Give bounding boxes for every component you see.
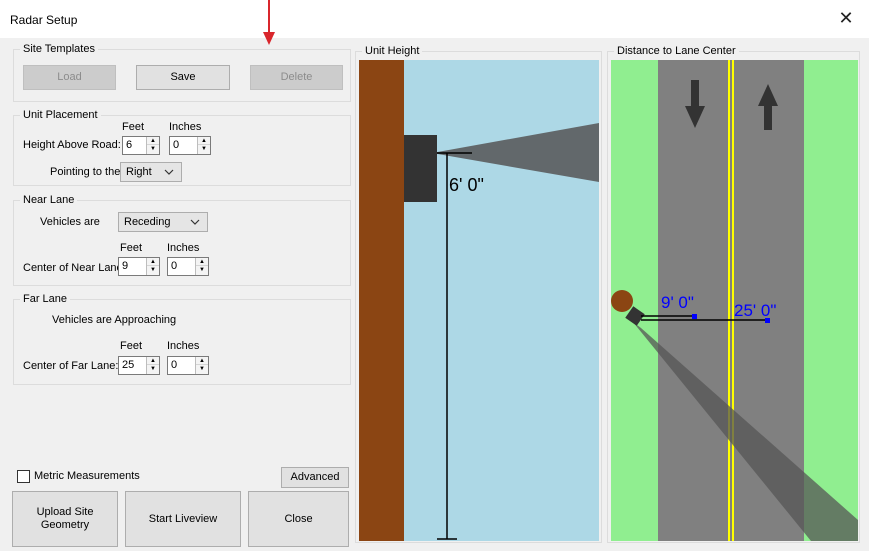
radar-unit-icon — [404, 135, 437, 202]
chevron-down-icon — [190, 219, 200, 225]
height-above-road-label: Height Above Road: — [23, 139, 121, 151]
near-center-inches-stepper[interactable]: 0 ▲ ▼ — [167, 257, 209, 276]
load-button[interactable]: Load — [23, 65, 116, 90]
spin-down-icon[interactable]: ▼ — [196, 365, 208, 373]
pointing-label: Pointing to the — [50, 166, 121, 178]
spin-down-icon[interactable]: ▼ — [198, 145, 210, 153]
spin-up-icon[interactable]: ▲ — [196, 357, 208, 365]
near-vehicles-label: Vehicles are — [40, 216, 100, 228]
near-center-inches-value: 0 — [171, 260, 178, 272]
lane-line-left — [728, 60, 730, 541]
save-button[interactable]: Save — [136, 65, 230, 90]
far-center-feet-stepper[interactable]: 25 ▲ ▼ — [118, 356, 160, 375]
near-center-feet-value: 9 — [122, 260, 129, 272]
dialog-client-area: Site Templates Load Save Delete Unit Pla… — [0, 38, 869, 551]
advanced-button[interactable]: Advanced — [281, 467, 349, 488]
pole — [359, 60, 404, 541]
height-inches-stepper[interactable]: 0 ▲ ▼ — [169, 136, 211, 155]
lane-center-label: Distance to Lane Center — [614, 45, 739, 58]
spin-up-icon[interactable]: ▲ — [198, 137, 210, 145]
spin-down-icon[interactable]: ▼ — [147, 365, 159, 373]
delete-button[interactable]: Delete — [250, 65, 343, 90]
metric-checkbox[interactable] — [17, 470, 30, 483]
height-text: 6' 0" — [449, 175, 484, 195]
title-bar: Radar Setup ✕ — [0, 0, 869, 38]
inches-header: Inches — [169, 121, 202, 133]
inches-header: Inches — [167, 242, 200, 254]
pointing-select[interactable]: Right — [120, 162, 182, 182]
near-lane-label: Near Lane — [20, 194, 78, 207]
near-vehicles-select[interactable]: Receding — [118, 212, 208, 232]
height-feet-stepper[interactable]: 6 ▲ ▼ — [122, 136, 160, 155]
height-feet-value: 6 — [126, 139, 133, 151]
start-liveview-button[interactable]: Start Liveview — [125, 491, 241, 547]
spin-up-icon[interactable]: ▲ — [147, 357, 159, 365]
down-arrow-pointer-icon — [263, 0, 275, 45]
near-vehicles-value: Receding — [124, 216, 171, 228]
feet-header: Feet — [120, 340, 143, 352]
unit-height-drawing: 6' 0" — [359, 60, 599, 541]
feet-header: Feet — [120, 242, 143, 254]
unit-placement-label: Unit Placement — [20, 109, 101, 122]
unit-placement-group: Unit Placement Feet Inches Height Above … — [13, 109, 351, 186]
lane-canvas: 9' 0" 25' 0" — [611, 60, 858, 541]
pole-top — [611, 290, 633, 312]
near-distance-text: 9' 0" — [661, 293, 694, 312]
near-distance-marker — [692, 314, 697, 319]
far-center-feet-value: 25 — [122, 359, 135, 371]
far-vehicles-text: Vehicles are Approaching — [52, 314, 177, 326]
spin-down-icon[interactable]: ▼ — [196, 266, 208, 274]
inches-header: Inches — [167, 340, 200, 352]
site-templates-label: Site Templates — [20, 43, 98, 56]
far-distance-text: 25' 0" — [734, 301, 776, 320]
near-lane-group: Near Lane Vehicles are Receding Feet Inc… — [13, 194, 351, 286]
unit-height-label: Unit Height — [362, 45, 423, 58]
far-lane-group: Far Lane Vehicles are Approaching Feet I… — [13, 293, 351, 385]
center-far-lane-label: Center of Far Lane: — [23, 360, 119, 372]
far-center-inches-stepper[interactable]: 0 ▲ ▼ — [167, 356, 209, 375]
chevron-down-icon — [164, 169, 174, 175]
far-lane-label: Far Lane — [20, 293, 71, 306]
window-title: Radar Setup — [10, 13, 78, 27]
unit-height-canvas: 6' 0" — [359, 60, 599, 541]
upload-site-geometry-button[interactable]: Upload Site Geometry — [12, 491, 118, 547]
close-window-button[interactable]: ✕ — [833, 5, 859, 31]
lane-drawing: 9' 0" 25' 0" — [611, 60, 858, 541]
center-near-lane-label: Center of Near Lane: — [23, 262, 126, 274]
metric-label: Metric Measurements — [34, 470, 140, 482]
spin-up-icon[interactable]: ▲ — [147, 137, 159, 145]
spin-down-icon[interactable]: ▼ — [147, 266, 159, 274]
close-button[interactable]: Close — [248, 491, 349, 547]
far-center-inches-value: 0 — [171, 359, 178, 371]
spin-up-icon[interactable]: ▲ — [147, 258, 159, 266]
spin-down-icon[interactable]: ▼ — [147, 145, 159, 153]
pointing-value: Right — [126, 166, 152, 178]
height-inches-value: 0 — [173, 139, 180, 151]
spin-up-icon[interactable]: ▲ — [196, 258, 208, 266]
near-center-feet-stepper[interactable]: 9 ▲ ▼ — [118, 257, 160, 276]
feet-header: Feet — [122, 121, 145, 133]
site-templates-group: Site Templates Load Save Delete — [13, 43, 351, 102]
